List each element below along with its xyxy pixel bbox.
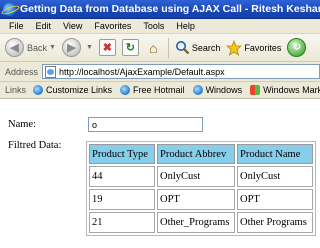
name-label: Name: — [8, 119, 36, 130]
history-button[interactable]: ↻ — [284, 36, 312, 60]
home-icon: ⌂ — [149, 39, 158, 56]
favorites-button[interactable]: Favorites — [223, 36, 284, 60]
ie-page-icon — [33, 85, 44, 95]
forward-button[interactable]: ▶ ▼ — [59, 36, 96, 60]
page-content: Name: Filtred Data: Product Type Product… — [0, 100, 320, 248]
refresh-button[interactable]: ↻ — [119, 36, 142, 60]
cell-product-abbrev: OPT — [157, 189, 235, 210]
link-label: Windows Marketplace — [263, 85, 320, 95]
cell-product-type: 19 — [89, 189, 155, 210]
link-label: Windows — [205, 85, 243, 95]
ie-page-icon — [120, 85, 131, 95]
table-header-row: Product Type Product Abbrev Product Name — [89, 144, 313, 164]
search-icon — [175, 41, 190, 55]
menu-view[interactable]: View — [57, 21, 88, 31]
header-product-name: Product Name — [237, 144, 313, 164]
cell-product-name: OnlyCust — [237, 166, 313, 187]
links-label: Links — [5, 85, 27, 95]
cell-product-type: 44 — [89, 166, 155, 187]
cell-product-type: 21 — [89, 212, 155, 233]
link-windows[interactable]: Windows — [189, 85, 247, 95]
ie-logo-icon — [3, 2, 16, 16]
window-title: Getting Data from Database using AJAX Ca… — [20, 3, 320, 15]
cell-product-abbrev: Other_Programs — [157, 212, 235, 233]
toolbar-separator — [167, 37, 169, 58]
table-row: 44 OnlyCust OnlyCust — [89, 166, 313, 187]
windows-flag-icon — [250, 85, 261, 95]
back-dropdown-icon[interactable]: ▼ — [49, 44, 56, 51]
menu-help[interactable]: Help — [170, 21, 201, 31]
stop-button[interactable]: ✖ — [96, 36, 119, 60]
filtered-data-table: Product Type Product Abbrev Product Name… — [86, 141, 316, 236]
header-product-type: Product Type — [89, 144, 155, 164]
address-label: Address — [5, 66, 39, 77]
links-bar: Links Customize Links Free Hotmail Windo… — [0, 82, 320, 99]
favorites-button-label: Favorites — [244, 42, 282, 53]
cell-product-name: OPT — [237, 189, 313, 210]
link-label: Customize Links — [46, 85, 113, 95]
menu-file[interactable]: File — [3, 21, 30, 31]
link-customize-links[interactable]: Customize Links — [29, 85, 116, 95]
forward-dropdown-icon[interactable]: ▼ — [86, 44, 93, 51]
name-input[interactable] — [88, 117, 203, 132]
toolbar: ◀ Back ▼ ▶ ▼ ✖ ↻ ⌂ Search Favorites ↻ — [0, 34, 320, 62]
stop-icon: ✖ — [98, 39, 116, 56]
back-button-label: Back — [27, 42, 48, 53]
link-windows-marketplace[interactable]: Windows Marketplace — [246, 85, 320, 95]
filtered-data-label: Filtred Data: — [8, 140, 62, 151]
page-icon — [45, 65, 57, 78]
address-input[interactable]: http://localhost/AjaxExample/Default.asp… — [42, 64, 320, 79]
address-url: http://localhost/AjaxExample/Default.asp… — [59, 66, 225, 77]
forward-arrow-icon: ▶ — [61, 38, 81, 57]
home-button[interactable]: ⌂ — [142, 36, 165, 60]
star-icon — [226, 39, 243, 56]
history-icon: ↻ — [287, 38, 307, 57]
table-row: 21 Other_Programs Other Programs — [89, 212, 313, 233]
back-button[interactable]: ◀ Back ▼ — [2, 36, 59, 60]
link-free-hotmail[interactable]: Free Hotmail — [116, 85, 189, 95]
menu-edit[interactable]: Edit — [30, 21, 58, 31]
cell-product-name: Other Programs — [237, 212, 313, 233]
search-button[interactable]: Search — [172, 36, 224, 60]
table-row: 19 OPT OPT — [89, 189, 313, 210]
menu-tools[interactable]: Tools — [137, 21, 170, 31]
ie-page-icon — [192, 85, 203, 95]
cell-product-abbrev: OnlyCust — [157, 166, 235, 187]
search-button-label: Search — [191, 42, 221, 53]
address-bar: Address http://localhost/AjaxExample/Def… — [0, 62, 320, 82]
back-arrow-icon: ◀ — [5, 38, 24, 57]
window-title-bar: Getting Data from Database using AJAX Ca… — [0, 0, 320, 19]
header-product-abbrev: Product Abbrev — [157, 144, 235, 164]
refresh-icon: ↻ — [121, 39, 139, 56]
menu-bar: File Edit View Favorites Tools Help — [0, 19, 320, 34]
link-label: Free Hotmail — [133, 85, 185, 95]
menu-favorites[interactable]: Favorites — [88, 21, 137, 31]
